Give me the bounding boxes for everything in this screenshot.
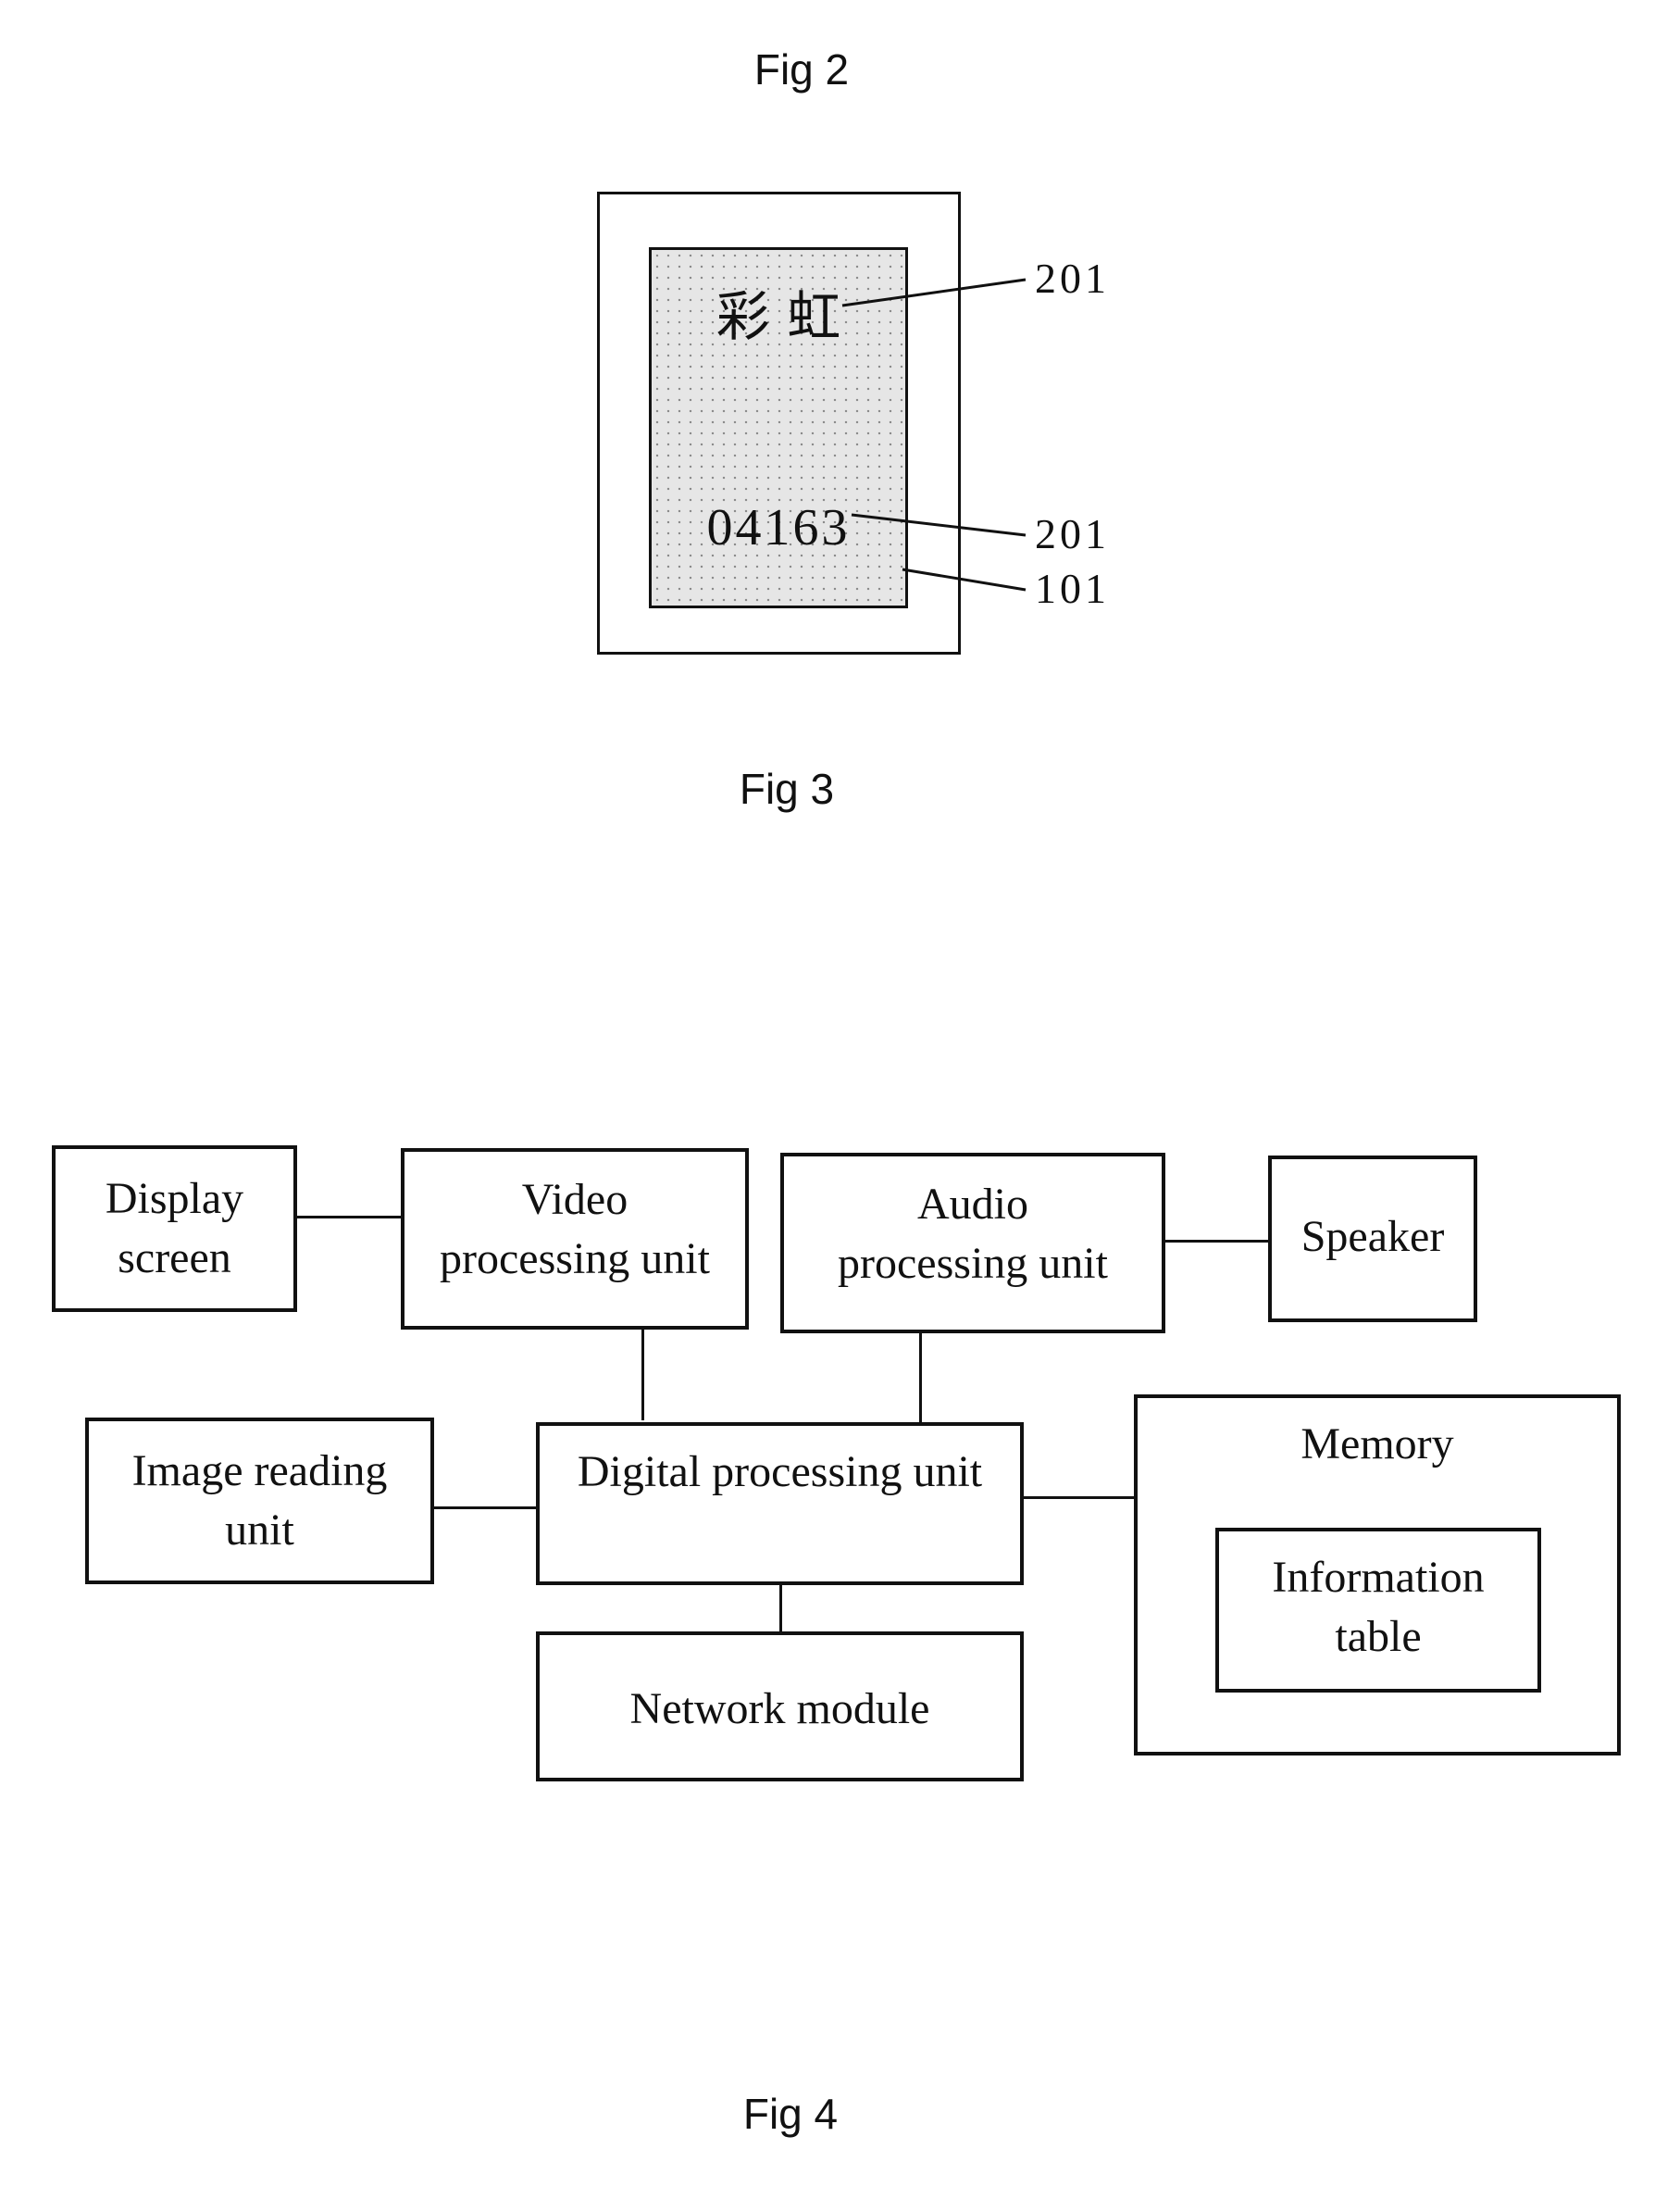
image-reading-unit-block: Image reading unit xyxy=(85,1418,434,1584)
memory-label: Memory xyxy=(1300,1419,1454,1468)
connector-audio-speaker xyxy=(1165,1240,1268,1243)
image-reading-label-line1: Image reading xyxy=(131,1446,388,1495)
leader-line-201-bottom xyxy=(851,513,1027,537)
speaker-label: Speaker xyxy=(1300,1212,1445,1261)
connector-digital-network xyxy=(779,1585,782,1631)
audio-processing-label-line2: processing unit xyxy=(838,1239,1108,1288)
leader-line-201-top xyxy=(841,278,1027,307)
video-processing-label-line1: Video xyxy=(521,1175,628,1224)
display-screen-label-line1: Display xyxy=(105,1174,244,1223)
digital-processing-label: Digital processing unit xyxy=(577,1447,983,1496)
network-module-label: Network module xyxy=(629,1684,930,1733)
speaker-block: Speaker xyxy=(1268,1156,1477,1322)
reference-label-201-bottom: 201 xyxy=(1035,510,1110,557)
fig3-leader-lines xyxy=(841,278,1027,592)
memory-block: Memory Information table xyxy=(1134,1394,1621,1755)
fig3-caption: Fig 3 xyxy=(739,765,835,813)
connector-display-video xyxy=(297,1216,401,1218)
display-screen-label-line2: screen xyxy=(118,1233,231,1282)
information-table-block: Information table xyxy=(1215,1528,1541,1693)
video-processing-label-line2: processing unit xyxy=(440,1234,710,1283)
connector-audio-digital xyxy=(919,1331,922,1422)
digital-processing-unit-block: Digital processing unit xyxy=(536,1422,1024,1585)
audio-processing-label-line1: Audio xyxy=(917,1180,1028,1229)
connector-imagereading-digital xyxy=(434,1506,538,1509)
audio-processing-unit-block: Audio processing unit xyxy=(780,1153,1165,1333)
network-module-block: Network module xyxy=(536,1631,1024,1781)
reference-label-101: 101 xyxy=(1035,565,1110,612)
connector-video-digital xyxy=(641,1328,644,1420)
image-reading-label-line2: unit xyxy=(225,1506,294,1555)
leader-line-101 xyxy=(902,568,1027,592)
display-screen-block: Display screen xyxy=(52,1145,297,1312)
video-processing-unit-block: Video processing unit xyxy=(401,1148,749,1330)
connector-digital-memory xyxy=(1024,1496,1134,1499)
information-table-label-line2: table xyxy=(1335,1612,1422,1661)
reference-label-201-top: 201 xyxy=(1035,255,1110,302)
information-table-label-line1: Information xyxy=(1272,1553,1485,1602)
fig4-caption: Fig 4 xyxy=(742,2090,839,2138)
